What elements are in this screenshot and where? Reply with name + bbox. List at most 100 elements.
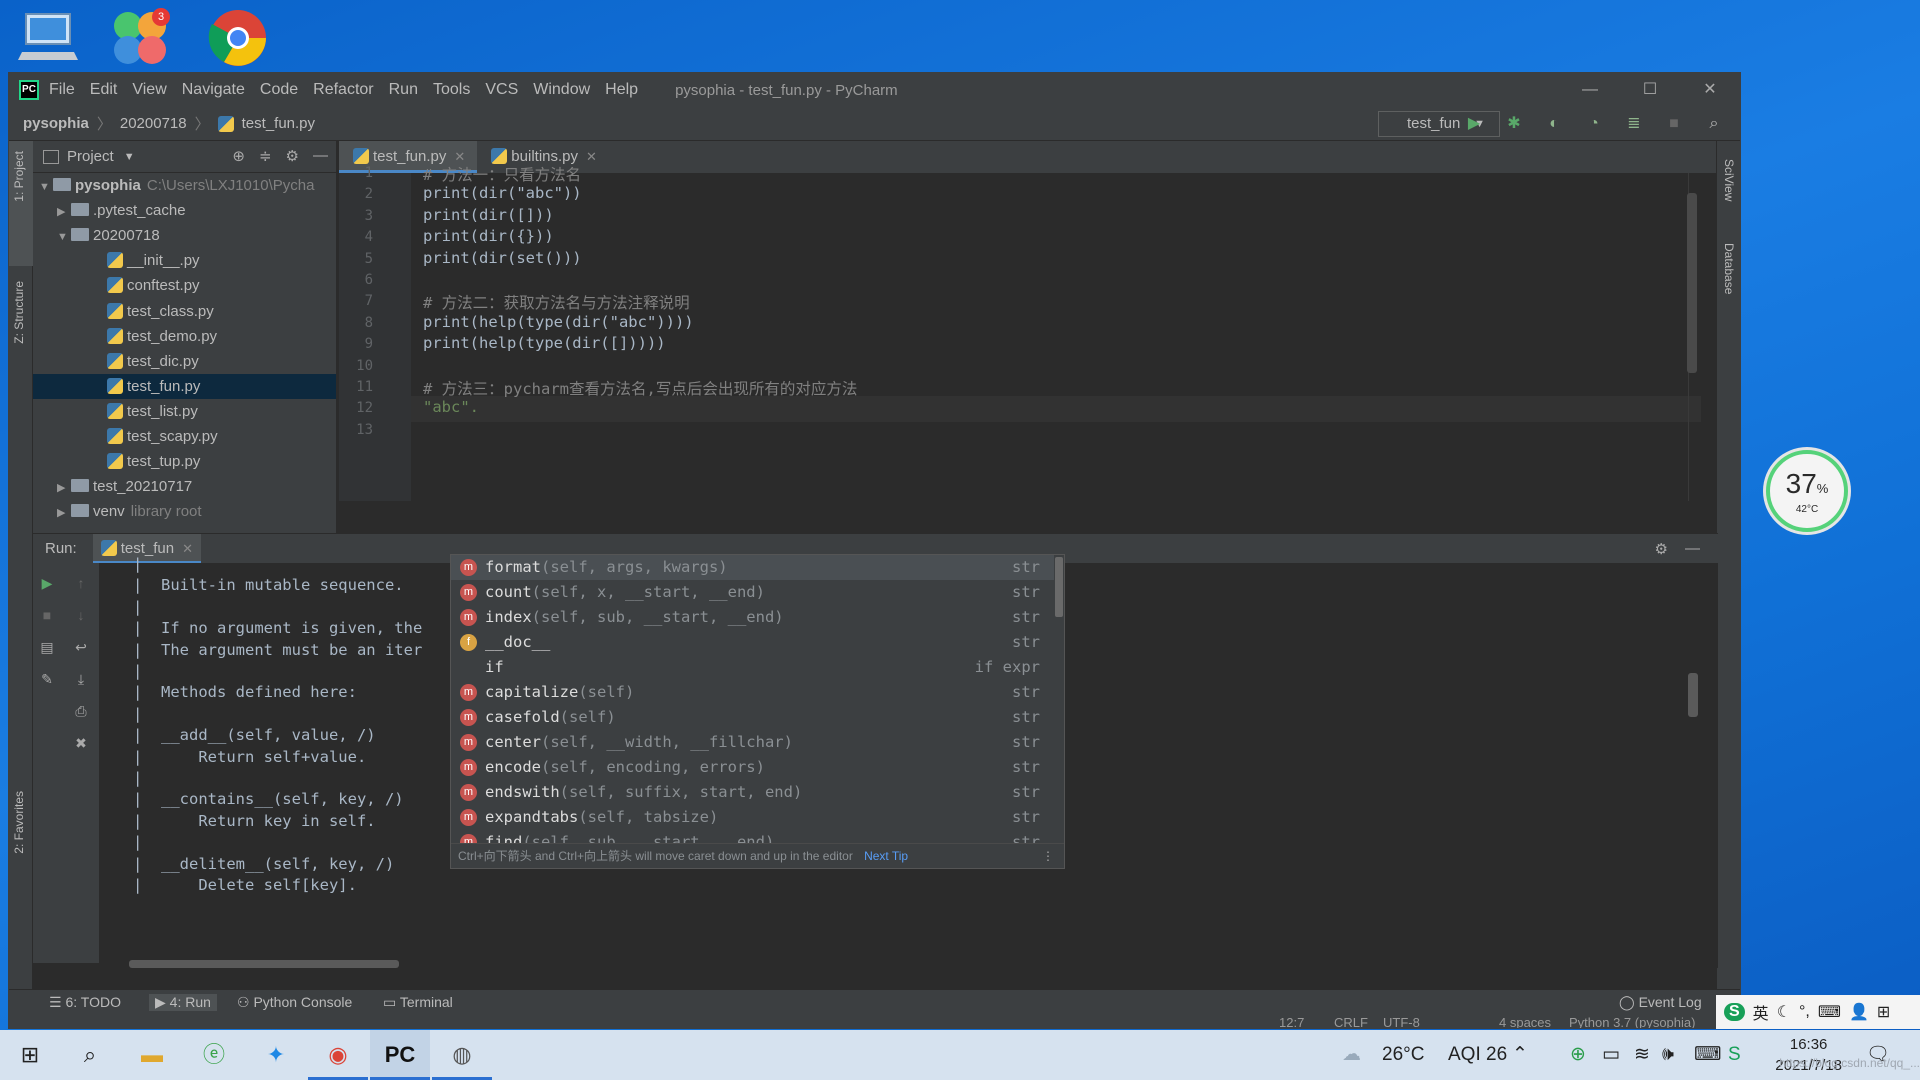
arrow-up-icon[interactable]: ↑ (71, 573, 91, 593)
code-editor[interactable]: 1 2 3 4 5 6 7 8 9 10 11 12 13 # 方法一：只看方法名 print(dir("a… (339, 165, 1719, 501)
tree-item[interactable]: test_demo.py (33, 324, 336, 349)
code-line[interactable]: # 方法三：pycharm查看方法名,写点后会出现所有的对应方法 (423, 377, 857, 399)
menu-item-tools[interactable]: Tools (433, 81, 470, 98)
autocomplete-item[interactable]: m center(self, __width, __fillchar) str (451, 730, 1054, 755)
menu-item-file[interactable]: File (49, 81, 75, 98)
weather-icon[interactable]: ☁ (1342, 1030, 1361, 1080)
concurrency-icon[interactable]: ≣ (1624, 113, 1644, 135)
collapse-all-icon[interactable]: ≑ (259, 147, 272, 165)
search-icon[interactable]: ⌕ (60, 1030, 120, 1080)
scroll-to-end-icon[interactable]: ⤓ (71, 669, 91, 689)
file-encoding[interactable]: UTF-8 (1383, 1015, 1420, 1028)
autocomplete-item[interactable]: m count(self, x, __start, __end) str (451, 580, 1054, 605)
hide-icon[interactable]: — (1685, 540, 1700, 557)
coverage-icon[interactable]: ◐ (1544, 113, 1564, 135)
code-line[interactable]: # 方法二：获取方法名与方法注释说明 (423, 291, 690, 313)
autocomplete-item[interactable]: m format(self, args, kwargs) str (451, 555, 1054, 580)
terminal-tool-button[interactable]: ▭ Terminal (383, 994, 453, 1011)
code-line[interactable]: "abc". (423, 398, 479, 416)
autocomplete-item[interactable]: m encode(self, encoding, errors) str (451, 755, 1054, 780)
tree-item[interactable]: test_class.py (33, 299, 336, 324)
menu-item-navigate[interactable]: Navigate (182, 81, 245, 98)
structure-tool-tab[interactable]: Z: Structure (12, 281, 26, 344)
stop-icon[interactable]: ■ (1664, 113, 1684, 135)
user-icon[interactable]: 👤 (1849, 1002, 1869, 1022)
chevron-down-icon[interactable]: ▼ (39, 175, 53, 200)
close-icon[interactable]: ✕ (586, 149, 597, 164)
code-line[interactable]: print(dir("abc")) (423, 184, 582, 202)
browser-icon[interactable]: ⓔ (184, 1030, 244, 1080)
trash-icon[interactable]: ✖ (71, 733, 91, 753)
close-icon[interactable]: ✕ (182, 541, 193, 556)
ime-language[interactable]: 英 (1753, 1000, 1769, 1024)
run-tool-button[interactable]: ▶ 4: Run (149, 994, 217, 1011)
windows-start-icon[interactable]: ⊞ (0, 1030, 60, 1080)
bird-app-icon[interactable]: ✦ (246, 1030, 306, 1080)
tree-item[interactable]: test_tup.py (33, 449, 336, 474)
menu-item-view[interactable]: View (132, 81, 166, 98)
debug-icon[interactable]: ✱ (1504, 113, 1524, 135)
notification-icon[interactable]: 🗨 (1866, 1030, 1890, 1080)
chrome-taskbar-icon[interactable]: ◉ (308, 1030, 368, 1080)
line-separator[interactable]: CRLF (1334, 1015, 1368, 1028)
breadcrumb-project[interactable]: pysophia (23, 115, 89, 132)
wifi-icon[interactable]: ≋ (1634, 1030, 1650, 1080)
run-icon[interactable]: ▶ (1464, 113, 1484, 135)
console-scrollbar[interactable] (1688, 673, 1698, 717)
favorites-tool-tab[interactable]: 2: Favorites (12, 791, 26, 854)
battery-icon[interactable]: ▭ (1602, 1030, 1620, 1080)
tree-item[interactable]: ▼ 20200718 (33, 223, 336, 248)
grid-icon[interactable]: ⊞ (1877, 1002, 1890, 1022)
stop-icon[interactable]: ■ (37, 605, 57, 625)
console-hscrollbar[interactable] (129, 960, 399, 968)
this-pc-icon[interactable] (18, 6, 82, 70)
database-tool-tab[interactable]: Database (1722, 243, 1736, 294)
tray-app-icon[interactable]: ⊕ (1570, 1030, 1586, 1080)
profile-icon[interactable]: ◔ (1584, 113, 1604, 135)
system-monitor-gauge[interactable]: 37% 42°C (1766, 450, 1848, 532)
chevron-down-icon[interactable]: ▼ (57, 225, 71, 250)
file-explorer-icon[interactable]: ▬ (122, 1030, 182, 1080)
sogou-logo-icon[interactable]: S (1724, 1003, 1745, 1021)
menu-item-vcs[interactable]: VCS (485, 81, 518, 98)
pycharm-taskbar-icon[interactable]: PC (370, 1030, 430, 1080)
autocomplete-item[interactable]: m casefold(self) str (451, 705, 1054, 730)
menu-item-code[interactable]: Code (260, 81, 298, 98)
minimize-button[interactable]: — (1560, 73, 1620, 107)
menu-item-window[interactable]: Window (533, 81, 590, 98)
breadcrumb-folder[interactable]: 20200718 (120, 115, 187, 132)
pin-icon[interactable]: ✎ (37, 669, 57, 689)
tree-item[interactable]: ▶ venv library root (33, 499, 336, 524)
autocomplete-item[interactable]: m expandtabs(self, tabsize) str (451, 805, 1054, 830)
next-tip-link[interactable]: Next Tip (864, 849, 908, 863)
gear-icon[interactable]: ⚙ (1655, 540, 1668, 558)
volume-icon[interactable]: 🕪 (1662, 1030, 1674, 1080)
code-line[interactable]: print(dir(set())) (423, 249, 582, 267)
keyboard-icon[interactable]: ⌨ (1818, 1002, 1841, 1022)
menu-item-run[interactable]: Run (389, 81, 418, 98)
code-line[interactable]: print(help(type(dir([])))) (423, 334, 666, 352)
print-icon[interactable]: ⎙ (71, 701, 91, 721)
sogou-tray-icon[interactable]: S (1728, 1030, 1741, 1080)
punctuation-icon[interactable]: °, (1799, 1003, 1810, 1021)
chevron-right-icon[interactable]: ▶ (57, 476, 71, 501)
chevron-up-icon[interactable]: ⌃ (1512, 1030, 1528, 1080)
code-line[interactable]: print(dir([])) (423, 206, 554, 224)
ime-tray-icon[interactable]: ⌨ (1694, 1030, 1721, 1080)
autocomplete-item[interactable]: f __doc__ str (451, 630, 1054, 655)
project-panel-title[interactable]: Project (67, 148, 114, 165)
popup-scrollbar[interactable] (1055, 557, 1063, 617)
event-log-tool-button[interactable]: ◯ Event Log (1619, 994, 1702, 1011)
sciview-tool-tab[interactable]: SciView (1722, 159, 1736, 201)
tree-item[interactable]: test_dic.py (33, 349, 336, 374)
locate-icon[interactable]: ⊕ (232, 147, 245, 165)
chevron-down-icon[interactable]: ▼ (124, 151, 135, 163)
code-line[interactable]: print(dir({})) (423, 227, 554, 245)
tree-item[interactable]: __init__.py (33, 248, 336, 273)
maximize-button[interactable]: ☐ (1620, 73, 1680, 107)
moon-icon[interactable]: ☾ (1777, 1002, 1791, 1022)
autocomplete-item[interactable]: if if expr (451, 655, 1054, 680)
app-store-icon[interactable]: 3 (108, 6, 172, 70)
search-icon[interactable]: ⌕ (1704, 113, 1724, 135)
more-options-icon[interactable]: ⋮ (1042, 844, 1054, 869)
